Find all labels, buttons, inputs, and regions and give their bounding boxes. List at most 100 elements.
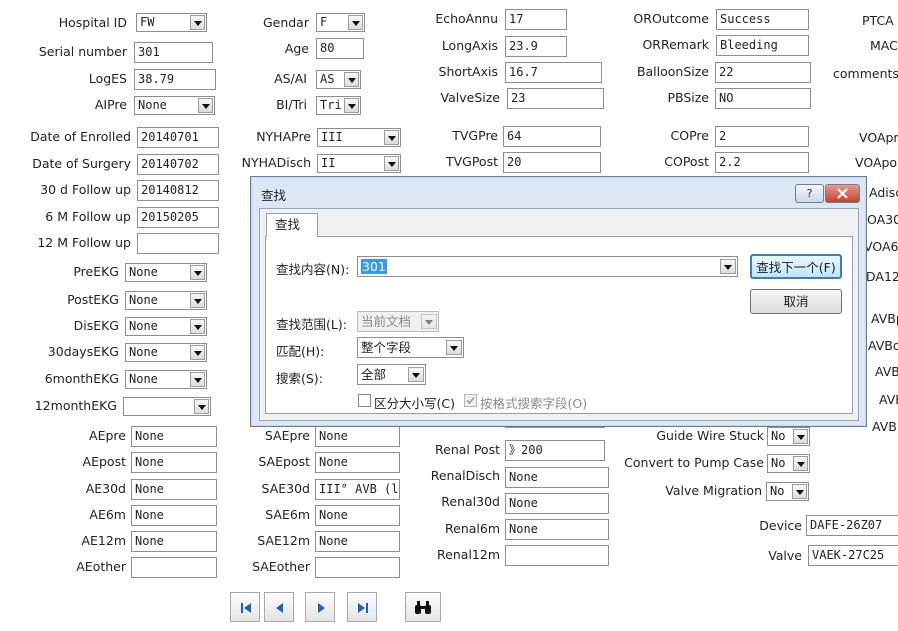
dropdown-arrow-icon[interactable] xyxy=(384,130,399,145)
copost-label: COPost xyxy=(664,154,709,169)
aipre-combo[interactable]: None xyxy=(134,96,215,115)
ae12m-field[interactable]: None xyxy=(131,531,217,552)
gendar-combo[interactable]: F xyxy=(316,13,365,32)
dropdown-arrow-icon[interactable] xyxy=(190,265,205,280)
ekg6m-combo[interactable]: None xyxy=(125,370,207,389)
next-record-button[interactable] xyxy=(305,592,335,622)
longaxis-field[interactable]: 23.9 xyxy=(505,36,567,57)
valvesize-field[interactable]: 23 xyxy=(507,88,604,109)
sae30d-field[interactable]: III° AVB (l xyxy=(315,479,400,500)
aepost-field[interactable]: None xyxy=(131,452,217,473)
oroutcome-field[interactable]: Success xyxy=(716,9,809,30)
prev-record-button[interactable] xyxy=(264,592,294,622)
cancel-button[interactable]: 取消 xyxy=(750,289,842,314)
copost-field[interactable]: 2.2 xyxy=(715,152,809,173)
migration-combo[interactable]: No xyxy=(766,482,809,501)
renal12m-field[interactable] xyxy=(505,545,609,566)
fu12m-field[interactable] xyxy=(137,233,219,254)
preekg-combo[interactable]: None xyxy=(125,263,207,282)
tvgpost-field[interactable]: 20 xyxy=(503,152,601,173)
convert-combo[interactable]: No xyxy=(767,454,810,473)
match-case-label: 区分大小写(C) xyxy=(374,396,455,411)
copre-field[interactable]: 2 xyxy=(715,126,809,147)
dropdown-arrow-icon[interactable] xyxy=(190,15,205,30)
enrolled-field[interactable]: 20140701 xyxy=(137,127,219,148)
saepre-field[interactable]: None xyxy=(315,426,400,447)
balloonsize-field[interactable]: 22 xyxy=(715,62,811,83)
guidewire-combo[interactable]: No xyxy=(767,427,810,446)
fu30-field[interactable]: 20140812 xyxy=(137,180,219,201)
saeother-field[interactable] xyxy=(315,557,400,578)
close-button[interactable] xyxy=(825,184,860,203)
last-record-button[interactable] xyxy=(347,592,377,622)
dropdown-arrow-icon[interactable] xyxy=(344,72,359,87)
saepost-label: SAEpost xyxy=(258,454,310,469)
tvgpre-field[interactable]: 64 xyxy=(503,126,601,147)
find-what-combo[interactable]: 301 xyxy=(357,256,738,277)
ae6m-field[interactable]: None xyxy=(131,505,217,526)
valvesize-label: ValveSize xyxy=(440,90,500,105)
look-in-combo[interactable]: 当前文档 xyxy=(357,311,439,332)
aepre-field[interactable]: None xyxy=(131,426,217,447)
dropdown-arrow-icon[interactable] xyxy=(198,98,213,113)
renal6m-field[interactable]: None xyxy=(505,519,609,540)
device-field[interactable]: DAFE-26Z07 xyxy=(806,515,898,536)
dropdown-arrow-icon[interactable] xyxy=(446,340,462,355)
renalpost-field[interactable]: 》200 xyxy=(505,440,605,461)
sae12m-field[interactable]: None xyxy=(315,531,400,552)
dropdown-arrow-icon[interactable] xyxy=(408,367,424,382)
dropdown-arrow-icon[interactable] xyxy=(793,429,808,444)
dropdown-arrow-icon[interactable] xyxy=(344,98,359,113)
ekg12m-combo[interactable] xyxy=(123,397,211,416)
postekg-combo[interactable]: None xyxy=(125,291,207,310)
search-direction-value: 全部 xyxy=(361,367,387,382)
shortaxis-field[interactable]: 16.7 xyxy=(505,62,602,83)
valve-field[interactable]: VAEK-27C25 xyxy=(808,545,898,566)
look-in-value: 当前文档 xyxy=(361,314,412,329)
search-direction-combo[interactable]: 全部 xyxy=(357,364,426,385)
saepost-field[interactable]: None xyxy=(315,452,400,473)
dropdown-arrow-icon[interactable] xyxy=(720,259,736,274)
renal30d-field[interactable]: None xyxy=(505,493,609,514)
find-next-button[interactable]: 查找下一个(F) xyxy=(750,254,842,279)
dropdown-arrow-icon[interactable] xyxy=(190,345,205,360)
find-record-button[interactable] xyxy=(405,592,441,622)
hospital-id-combo[interactable]: FW xyxy=(136,13,207,32)
search-format-checkbox[interactable] xyxy=(464,394,477,407)
match-combo[interactable]: 整个字段 xyxy=(357,337,464,358)
asai-combo[interactable]: AS xyxy=(316,70,361,89)
serial-field[interactable]: 301 xyxy=(134,42,213,63)
echoannu-field[interactable]: 17 xyxy=(505,9,567,30)
bitri-combo[interactable]: Tri xyxy=(316,96,361,115)
next-record-icon xyxy=(318,603,325,613)
ekg30-combo[interactable]: None xyxy=(125,343,207,362)
age-field[interactable]: 80 xyxy=(316,38,364,59)
nyhapre-combo[interactable]: III xyxy=(317,128,401,147)
dropdown-arrow-icon[interactable] xyxy=(348,15,363,30)
dropdown-arrow-icon[interactable] xyxy=(384,156,399,171)
ae30d-field[interactable]: None xyxy=(131,479,217,500)
help-button[interactable]: ? xyxy=(795,184,824,203)
nyhadisch-combo[interactable]: II xyxy=(317,154,401,173)
tab-find[interactable]: 查找 xyxy=(266,213,318,237)
pbsize-field[interactable]: NO xyxy=(715,88,811,109)
dropdown-arrow-icon[interactable] xyxy=(793,456,808,471)
dropdown-arrow-icon[interactable] xyxy=(421,314,437,329)
dropdown-arrow-icon[interactable] xyxy=(792,484,807,499)
surgery-field[interactable]: 20140702 xyxy=(137,154,219,175)
renaldisch-field[interactable]: None xyxy=(505,467,609,488)
dropdown-arrow-icon[interactable] xyxy=(190,319,205,334)
loges-field[interactable]: 38.79 xyxy=(134,69,216,90)
orremark-field[interactable]: Bleeding xyxy=(716,35,809,56)
renal30d-label: Renal30d xyxy=(441,494,500,509)
dropdown-arrow-icon[interactable] xyxy=(190,372,205,387)
sae6m-field[interactable]: None xyxy=(315,505,400,526)
first-record-button[interactable] xyxy=(230,592,260,622)
match-case-checkbox[interactable] xyxy=(358,394,371,407)
dropdown-arrow-icon[interactable] xyxy=(190,293,205,308)
ae6m-label: AE6m xyxy=(89,507,126,522)
dropdown-arrow-icon[interactable] xyxy=(194,399,209,414)
aeother-field[interactable] xyxy=(131,557,217,578)
fu6m-field[interactable]: 20150205 xyxy=(137,207,219,228)
disekg-combo[interactable]: None xyxy=(125,317,207,336)
